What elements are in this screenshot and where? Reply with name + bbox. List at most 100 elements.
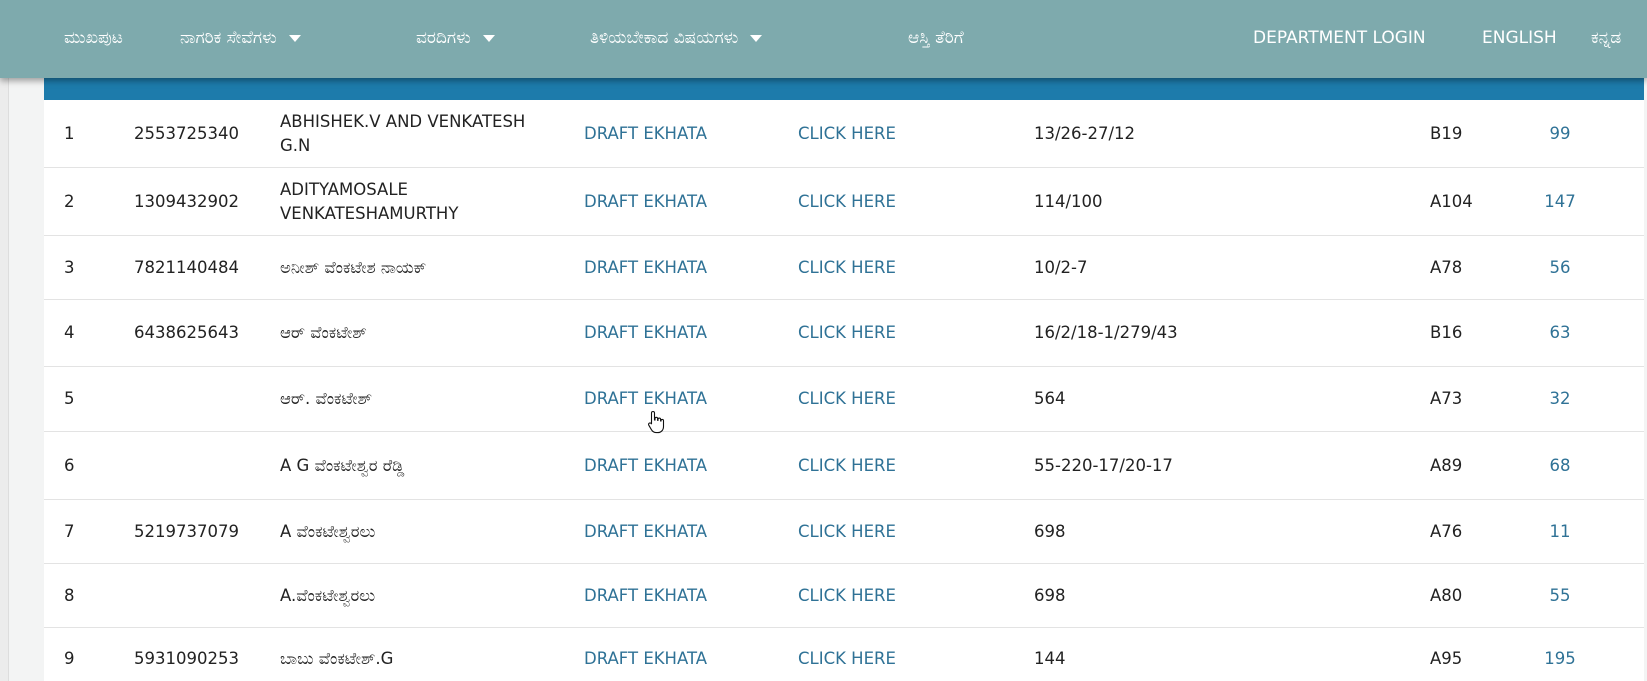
cell-property-number-text: 698 xyxy=(1034,585,1066,605)
cell-count-link[interactable]: 68 xyxy=(1520,432,1600,499)
click-here-link[interactable]: CLICK HERE xyxy=(798,168,978,235)
cell-count-link-text: 99 xyxy=(1549,123,1571,143)
nav-department-login[interactable]: DEPARTMENT LOGIN xyxy=(1253,28,1426,48)
draft-ekhata-link[interactable]: DRAFT EKHATA xyxy=(584,236,764,299)
cell-block-text: A78 xyxy=(1430,257,1463,277)
nav-property-tax[interactable]: ಆಸ್ತಿ ತೆರಿಗೆ xyxy=(908,28,964,48)
cell-count-link-text: 147 xyxy=(1544,191,1576,211)
cell-property-number-text: 564 xyxy=(1034,389,1066,408)
cell-property-number: 698 xyxy=(1034,564,1214,627)
click-here-link[interactable]: CLICK HERE xyxy=(798,500,978,563)
table-row: 8 A.ವೆಂಕಟೇಶ್ವರಲು DRAFT EKHATA CLICK HERE 698… xyxy=(44,564,1644,628)
cell-property-number-text: 55-220-17/20-17 xyxy=(1034,455,1173,475)
click-here-link-text: CLICK HERE xyxy=(798,191,896,211)
table-header xyxy=(44,78,1644,100)
cell-block: A73 xyxy=(1430,367,1510,431)
cell-serial-text: 8 xyxy=(64,585,75,605)
cell-property-id xyxy=(134,432,284,499)
cell-block: A78 xyxy=(1430,236,1510,299)
nav-know-topics[interactable]: ತಿಳಿಯಬೇಕಾದ ವಿಷಯಗಳು xyxy=(590,28,763,48)
cell-serial: 3 xyxy=(64,236,114,299)
cell-property-id-text: 2553725340 xyxy=(134,123,239,143)
page-left-edge xyxy=(0,0,9,681)
click-here-link-text: CLICK HERE xyxy=(798,455,896,475)
draft-ekhata-link[interactable]: DRAFT EKHATA xyxy=(584,564,764,627)
cell-count-link[interactable]: 63 xyxy=(1520,300,1600,366)
cell-block: A95 xyxy=(1430,628,1510,681)
draft-ekhata-link-text: DRAFT EKHATA xyxy=(584,191,708,211)
cell-serial-text: 7 xyxy=(64,521,75,541)
cell-serial: 9 xyxy=(64,628,114,681)
draft-ekhata-link[interactable]: DRAFT EKHATA xyxy=(584,300,764,366)
cell-block: A104 xyxy=(1430,168,1510,235)
hand-cursor-icon xyxy=(648,410,665,434)
draft-ekhata-link-text: DRAFT EKHATA xyxy=(584,389,708,408)
cell-count-link[interactable]: 11 xyxy=(1520,500,1600,563)
cell-block-text: A76 xyxy=(1430,521,1463,541)
cell-serial: 8 xyxy=(64,564,114,627)
draft-ekhata-link-text: DRAFT EKHATA xyxy=(584,521,708,541)
nav-kannada[interactable]: ಕನ್ನಡ xyxy=(1591,28,1621,48)
click-here-link[interactable]: CLICK HERE xyxy=(798,564,978,627)
draft-ekhata-link[interactable]: DRAFT EKHATA xyxy=(584,367,764,431)
cell-serial: 2 xyxy=(64,168,114,235)
draft-ekhata-link[interactable]: DRAFT EKHATA xyxy=(584,500,764,563)
cell-property-id: 2553725340 xyxy=(134,100,284,167)
cell-block-text: A73 xyxy=(1430,389,1463,408)
cell-block-text: B19 xyxy=(1430,123,1463,143)
click-here-link-text: CLICK HERE xyxy=(798,323,896,342)
cell-count-link[interactable]: 56 xyxy=(1520,236,1600,299)
click-here-link[interactable]: CLICK HERE xyxy=(798,100,978,167)
cell-owner-name: ಆರ್. ವೆಂಕಟೇಶ್ xyxy=(280,367,540,431)
cell-count-link-text: 32 xyxy=(1549,389,1571,408)
cell-property-id-text: 5219737079 xyxy=(134,521,239,541)
cell-count-link[interactable]: 32 xyxy=(1520,367,1600,431)
nav-english[interactable]: ENGLISH xyxy=(1482,28,1557,48)
draft-ekhata-link[interactable]: DRAFT EKHATA xyxy=(584,432,764,499)
table-row: 4 6438625643 ಆರ್ ವೆಂಕಟೇಶ್ DRAFT EKHATA CLICK… xyxy=(44,300,1644,367)
nav-reports[interactable]: ವರದಿಗಳು xyxy=(416,28,495,48)
cell-property-number: 55-220-17/20-17 xyxy=(1034,432,1214,499)
cell-property-id: 1309432902 xyxy=(134,168,284,235)
cell-property-number: 564 xyxy=(1034,367,1214,431)
page: ಮುಖಪುಟ ನಾಗರಿಕ ಸೇವೆಗಳು ವರದಿಗಳು ತಿಳಿಯಬೇಕಾದ… xyxy=(0,0,1647,681)
table-row: 1 2553725340 ABHISHEK.V AND VENKATESH G.N D… xyxy=(44,100,1644,168)
cell-property-id-text: 7821140484 xyxy=(134,257,239,277)
cell-owner-name: ABHISHEK.V AND VENKATESH G.N xyxy=(280,100,540,167)
cell-serial-text: 3 xyxy=(64,257,75,277)
click-here-link[interactable]: CLICK HERE xyxy=(798,300,978,366)
cell-owner-name: A.ವೆಂಕಟೇಶ್ವರಲು xyxy=(280,564,540,627)
nav-citizen-services[interactable]: ನಾಗರಿಕ ಸೇವೆಗಳು xyxy=(180,28,301,48)
draft-ekhata-link[interactable]: DRAFT EKHATA xyxy=(584,628,764,681)
chevron-down-icon xyxy=(288,34,301,42)
cell-owner-name: ಬಾಬು ವೆಂಕಟೇಶ್.G xyxy=(280,628,540,681)
nav-english-label: ENGLISH xyxy=(1482,28,1557,48)
cell-count-link-text: 55 xyxy=(1549,585,1571,605)
cell-property-id: 6438625643 xyxy=(134,300,284,366)
cell-count-link-text: 63 xyxy=(1549,323,1571,342)
cell-count-link-text: 68 xyxy=(1549,455,1571,475)
table-row: 9 5931090253 ಬಾಬು ವೆಂಕಟೇಶ್.G DRAFT EKHATA CL… xyxy=(44,628,1644,681)
click-here-link[interactable]: CLICK HERE xyxy=(798,367,978,431)
draft-ekhata-link-text: DRAFT EKHATA xyxy=(584,257,708,277)
cell-block-text: B16 xyxy=(1430,323,1463,342)
cell-serial: 1 xyxy=(64,100,114,167)
cell-owner-name-text: A.ವೆಂಕಟೇಶ್ವರಲು xyxy=(280,585,376,605)
cell-property-id-text: 1309432902 xyxy=(134,191,239,211)
cell-count-link[interactable]: 195 xyxy=(1520,628,1600,681)
cell-owner-name-text: ಆರ್. ವೆಂಕಟೇಶ್ xyxy=(280,389,373,408)
cell-property-number: 114/100 xyxy=(1034,168,1214,235)
draft-ekhata-link[interactable]: DRAFT EKHATA xyxy=(584,100,764,167)
cell-count-link[interactable]: 55 xyxy=(1520,564,1600,627)
cell-block: A76 xyxy=(1430,500,1510,563)
click-here-link[interactable]: CLICK HERE xyxy=(798,236,978,299)
cell-count-link[interactable]: 99 xyxy=(1520,100,1600,167)
cell-block-text: A104 xyxy=(1430,191,1473,211)
click-here-link[interactable]: CLICK HERE xyxy=(798,628,978,681)
cell-property-number: 16/2/18-1/279/43 xyxy=(1034,300,1214,366)
cell-count-link[interactable]: 147 xyxy=(1520,168,1600,235)
click-here-link-text: CLICK HERE xyxy=(798,389,896,408)
click-here-link[interactable]: CLICK HERE xyxy=(798,432,978,499)
nav-home[interactable]: ಮುಖಪುಟ xyxy=(64,28,123,48)
draft-ekhata-link[interactable]: DRAFT EKHATA xyxy=(584,168,764,235)
